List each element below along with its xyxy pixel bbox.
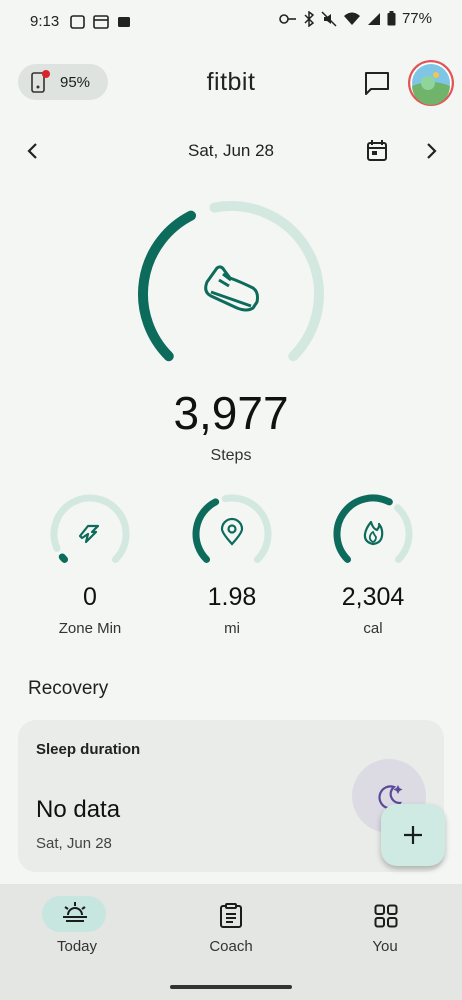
zone-minutes-label: Zone Min [58, 620, 122, 637]
clipboard-icon [220, 903, 242, 928]
zone-minutes-ring[interactable] [48, 492, 132, 572]
selected-date: Sat, Jun 28 [187, 141, 274, 160]
sleep-card-date: Sat, Jun 28 [36, 835, 112, 852]
steps-ring-track [209, 201, 325, 362]
nav-today-label: Today [56, 938, 98, 955]
steps-ring-progress [138, 210, 197, 362]
distance-label: mi [224, 620, 240, 637]
grid-icon [374, 904, 398, 928]
calories-ring-track [394, 504, 413, 563]
messages-icon[interactable] [362, 68, 392, 98]
shoe-icon [204, 265, 259, 312]
status-time: 9:13 [30, 13, 60, 30]
flame-icon [363, 520, 384, 546]
location-pin-icon [220, 517, 244, 546]
calendar-icon[interactable] [362, 136, 392, 166]
system-icons: 77% [279, 10, 432, 27]
nav-coach[interactable] [154, 884, 308, 974]
steps-label: Steps [210, 447, 252, 464]
app-title: fitbit [206, 68, 256, 96]
sun-horizon-icon [63, 902, 87, 922]
nav-today[interactable] [0, 884, 154, 974]
mute-icon [321, 10, 337, 27]
zone-minutes-icon [78, 524, 100, 544]
vpn-key-icon [279, 13, 296, 24]
nav-coach-label: Coach [209, 938, 253, 955]
distance-ring-track [221, 494, 272, 563]
distance-ring-progress [192, 498, 220, 563]
sleep-card-title: Sleep duration [36, 741, 141, 758]
notification-icons [70, 15, 130, 29]
recovery-heading: Recovery [28, 678, 109, 699]
bluetooth-icon [304, 10, 315, 27]
nav-you[interactable] [308, 884, 462, 974]
calories-label: cal [363, 620, 383, 637]
wifi-icon [343, 12, 360, 25]
status-bar: 9:13 77% [0, 0, 462, 46]
steps-ring[interactable] [131, 196, 331, 382]
distance-ring[interactable] [190, 492, 274, 572]
calories-ring[interactable] [331, 492, 415, 572]
battery-percent: 77% [401, 10, 432, 27]
nav-you-label: You [372, 938, 398, 955]
zone-minutes-ring-track [50, 494, 130, 563]
zone-minutes-value: 0 [83, 583, 97, 611]
steps-count: 3,977 [173, 387, 289, 439]
calories-value: 2,304 [341, 583, 405, 611]
add-button[interactable] [381, 804, 445, 866]
home-indicator [170, 985, 292, 989]
zone-minutes-ring-progress [58, 553, 69, 563]
plus-icon [404, 826, 422, 844]
battery-icon [387, 11, 396, 26]
signal-icon [367, 12, 380, 25]
distance-value: 1.98 [207, 583, 257, 611]
avatar[interactable] [408, 60, 454, 106]
next-day-icon[interactable] [416, 136, 446, 166]
sleep-card-value: No data [36, 796, 121, 823]
